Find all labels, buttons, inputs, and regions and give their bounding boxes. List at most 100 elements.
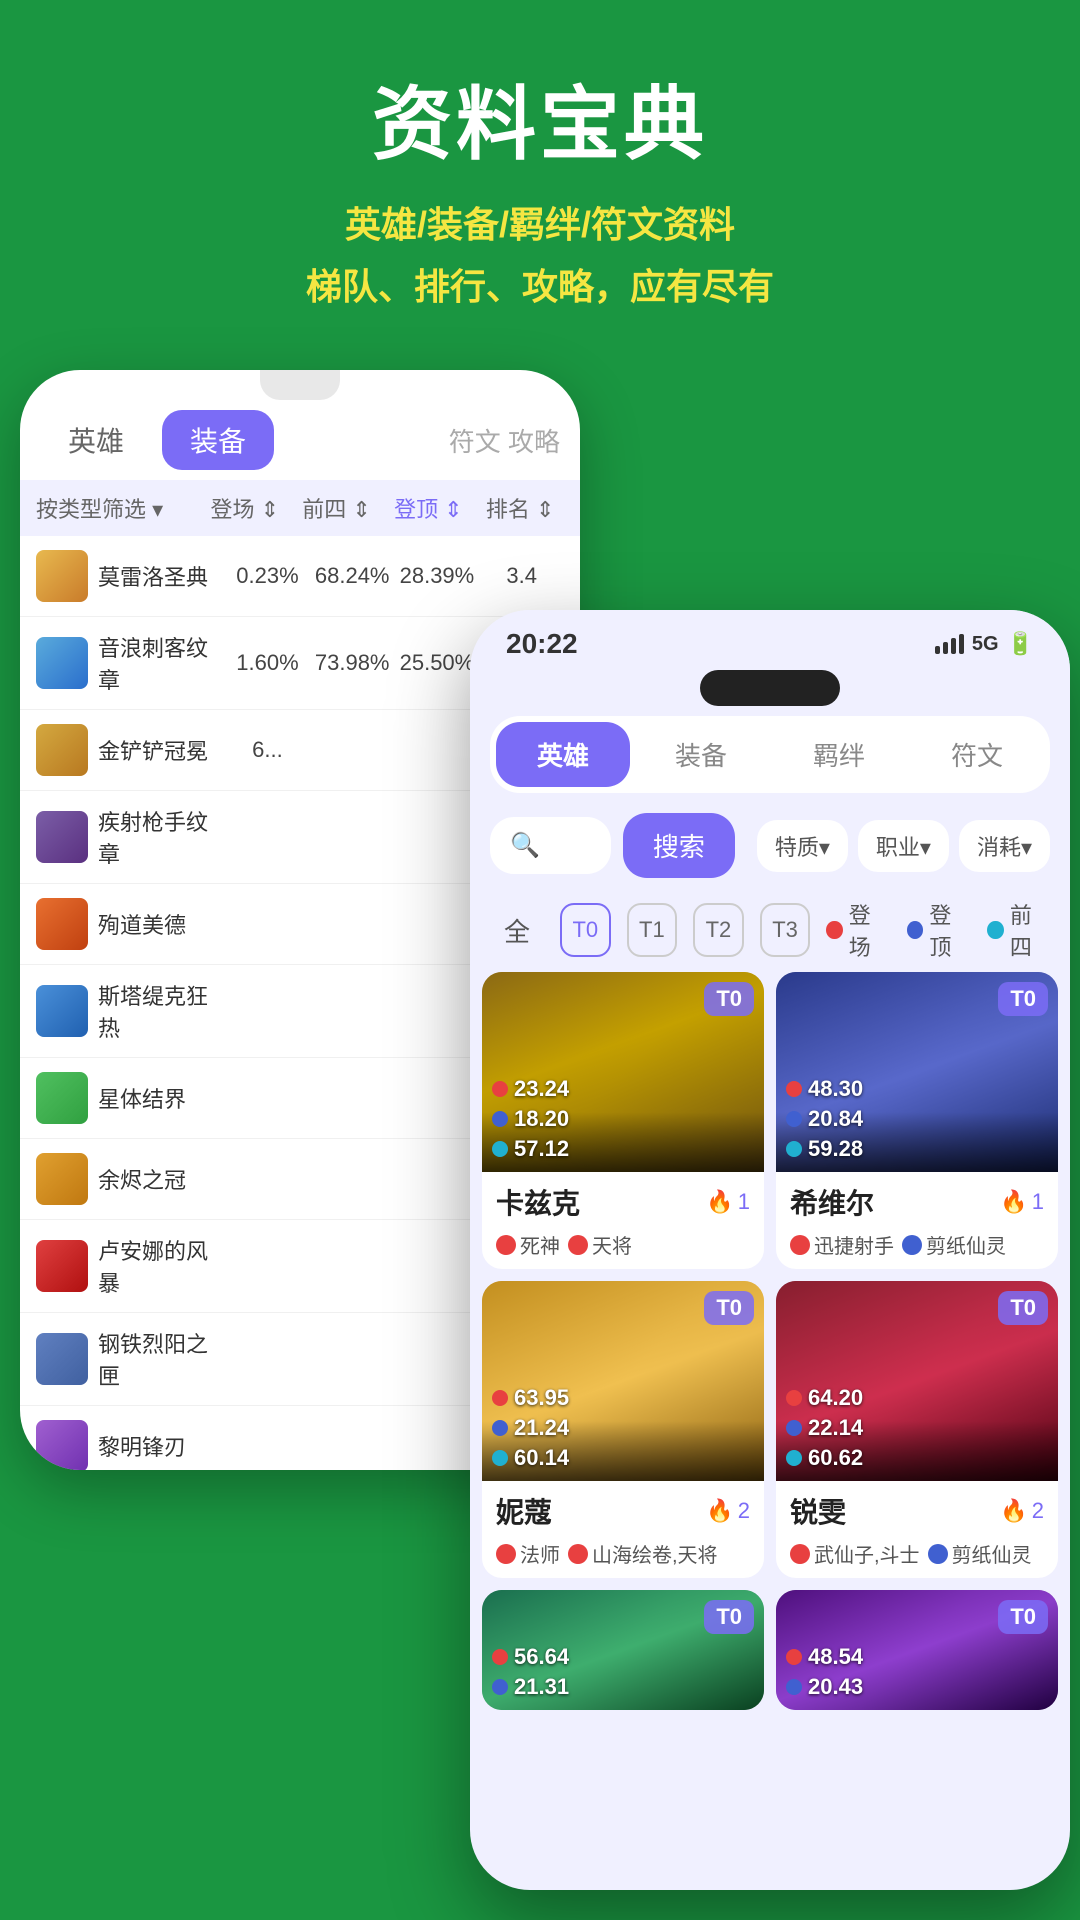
legend-dengding-label: 登顶	[929, 898, 969, 962]
filter-tag-job[interactable]: 职业▾	[858, 820, 949, 872]
hero-stat: 18.20	[492, 1106, 569, 1132]
legend-dot-cyan	[987, 921, 1003, 939]
hero-card-nami[interactable]: 63.95 21.24 60.14 T0	[482, 1281, 764, 1578]
row-qiansi: 68.24%	[310, 563, 395, 589]
stat-dot-cyan	[786, 1450, 802, 1466]
hero-image-kazik: 23.24 18.20 57.12 T0	[482, 972, 764, 1172]
row-name: 音浪刺客纹章	[98, 631, 225, 695]
stat-dot-blue	[786, 1679, 802, 1695]
th-dengchang[interactable]: 登场 ⇕	[201, 492, 289, 524]
hero-name-row: 锐雯 🔥 2	[790, 1491, 1044, 1531]
hero-tag: 法师	[496, 1539, 560, 1568]
tag-label: 法师	[520, 1539, 560, 1568]
hero-name-row: 希维尔 🔥 1	[790, 1182, 1044, 1222]
rank-value: 1	[1032, 1189, 1044, 1215]
stat-value: 57.12	[514, 1136, 569, 1162]
row-dengchang: 6...	[225, 737, 310, 763]
row-icon	[36, 1420, 88, 1470]
hero-stats-overlay: 63.95 21.24 60.14	[492, 1385, 569, 1471]
hero-tag: 山海绘卷,天将	[568, 1539, 718, 1568]
stat-value: 20.43	[808, 1674, 863, 1700]
hero-tags: 法师 山海绘卷,天将	[496, 1539, 750, 1568]
status-bar: 20:22 5G 🔋	[470, 610, 1070, 670]
hero-image-ruixue: 64.20 22.14 60.62 T0	[776, 1281, 1058, 1481]
tag-label: 迅捷射手	[814, 1230, 894, 1259]
tag-label: 天将	[592, 1230, 632, 1259]
hero-stat: 63.95	[492, 1385, 569, 1411]
hero-card-ruixue[interactable]: 64.20 22.14 60.62 T0	[776, 1281, 1058, 1578]
nav-tab-jiebang[interactable]: 羁绊	[772, 722, 906, 787]
stat-dot-blue	[786, 1420, 802, 1436]
hero-rank: 🔥 1	[1000, 1189, 1044, 1215]
legend-dengchang: 登场	[826, 898, 889, 962]
row-icon	[36, 811, 88, 863]
filter-tag-consume[interactable]: 消耗▾	[959, 820, 1050, 872]
hero-stat: 48.30	[786, 1076, 863, 1102]
filter-tag-trait[interactable]: 特质▾	[757, 820, 848, 872]
subtitle1: 英雄/装备/羁绊/符文资料	[40, 196, 1040, 248]
header: 资料宝典 英雄/装备/羁绊/符文资料 梯队、排行、攻略，应有尽有	[0, 0, 1080, 350]
hero-card-hero6[interactable]: 48.54 20.43 T0	[776, 1590, 1058, 1710]
search-box[interactable]: 🔍	[490, 817, 611, 874]
stat-value: 21.24	[514, 1415, 569, 1441]
hero-name: 希维尔	[790, 1182, 874, 1222]
th-filter[interactable]: 按类型筛选 ▾	[36, 492, 197, 524]
tier-all-btn[interactable]: 全	[490, 904, 544, 957]
hero-card-hero5[interactable]: 56.64 21.31 T0	[482, 1590, 764, 1710]
tier-row: 全 T0 T1 T2 T3 登场 登顶 前四	[470, 888, 1070, 972]
stat-dot-red	[786, 1390, 802, 1406]
row-icon	[36, 550, 88, 602]
table-header: 按类型筛选 ▾ 登场 ⇕ 前四 ⇕ 登顶 ⇕ 排名 ⇕	[20, 480, 580, 536]
hero-name: 妮蔻	[496, 1491, 552, 1531]
nav-tab-fuwen[interactable]: 符文	[910, 722, 1044, 787]
phones-container: 英雄 装备 符文 攻略 按类型筛选 ▾ 登场 ⇕ 前四 ⇕ 登顶 ⇕ 排名 ⇕ …	[0, 370, 1080, 1910]
legend-dengchang-label: 登场	[849, 898, 889, 962]
tier-badge: T0	[704, 1600, 754, 1634]
hero-tag: 天将	[568, 1230, 632, 1259]
row-dengding: 25.50%	[395, 650, 480, 676]
search-button[interactable]: 搜索	[623, 813, 735, 878]
tab-extra: 符文 攻略	[449, 422, 560, 459]
table-row: 莫雷洛圣典 0.23% 68.24% 28.39% 3.4	[20, 536, 580, 617]
tier-t3-btn[interactable]: T3	[760, 903, 811, 957]
row-icon	[36, 1072, 88, 1124]
hero-name: 卡兹克	[496, 1182, 580, 1222]
row-icon	[36, 637, 88, 689]
hero-card-kazik[interactable]: 23.24 18.20 57.12 T0	[482, 972, 764, 1269]
stat-value: 56.64	[514, 1644, 569, 1670]
th-paiming[interactable]: 排名 ⇕	[476, 492, 564, 524]
legend-qiansi: 前四	[987, 898, 1050, 962]
tag-label: 死神	[520, 1230, 560, 1259]
stat-dot-cyan	[492, 1450, 508, 1466]
tab-equipment[interactable]: 装备	[162, 410, 274, 470]
tag-icon	[496, 1235, 516, 1255]
dynamic-island	[700, 670, 840, 706]
hero-stat: 21.24	[492, 1415, 569, 1441]
hero-rank: 🔥 1	[706, 1189, 750, 1215]
row-name: 金铲铲冠冕	[98, 734, 225, 766]
stat-dot-red	[492, 1390, 508, 1406]
tier-t2-btn[interactable]: T2	[693, 903, 744, 957]
hero-stats-overlay: 23.24 18.20 57.12	[492, 1076, 569, 1162]
hero-card-sivir[interactable]: 48.30 20.84 59.28 T0	[776, 972, 1058, 1269]
tier-t1-btn[interactable]: T1	[627, 903, 678, 957]
stat-value: 59.28	[808, 1136, 863, 1162]
hero-tags: 武仙子,斗士 剪纸仙灵	[790, 1539, 1044, 1568]
stat-dot-red	[786, 1081, 802, 1097]
tab-hero[interactable]: 英雄	[40, 410, 152, 470]
row-qiansi: 73.98%	[310, 650, 395, 676]
hero-stat: 20.43	[786, 1674, 863, 1700]
th-dengding[interactable]: 登顶 ⇕	[384, 492, 472, 524]
page-title: 资料宝典	[40, 60, 1040, 176]
status-time: 20:22	[506, 628, 578, 660]
hero-rank: 🔥 2	[706, 1498, 750, 1524]
rank-icon: 🔥	[1000, 1498, 1027, 1524]
th-qiansi[interactable]: 前四 ⇕	[293, 492, 381, 524]
nav-tab-equipment[interactable]: 装备	[634, 722, 768, 787]
nav-tabs: 英雄 装备 羁绊 符文	[490, 716, 1050, 793]
tier-t0-btn[interactable]: T0	[560, 903, 611, 957]
row-icon	[36, 898, 88, 950]
row-icon	[36, 1333, 88, 1385]
tag-icon	[902, 1235, 922, 1255]
nav-tab-hero[interactable]: 英雄	[496, 722, 630, 787]
